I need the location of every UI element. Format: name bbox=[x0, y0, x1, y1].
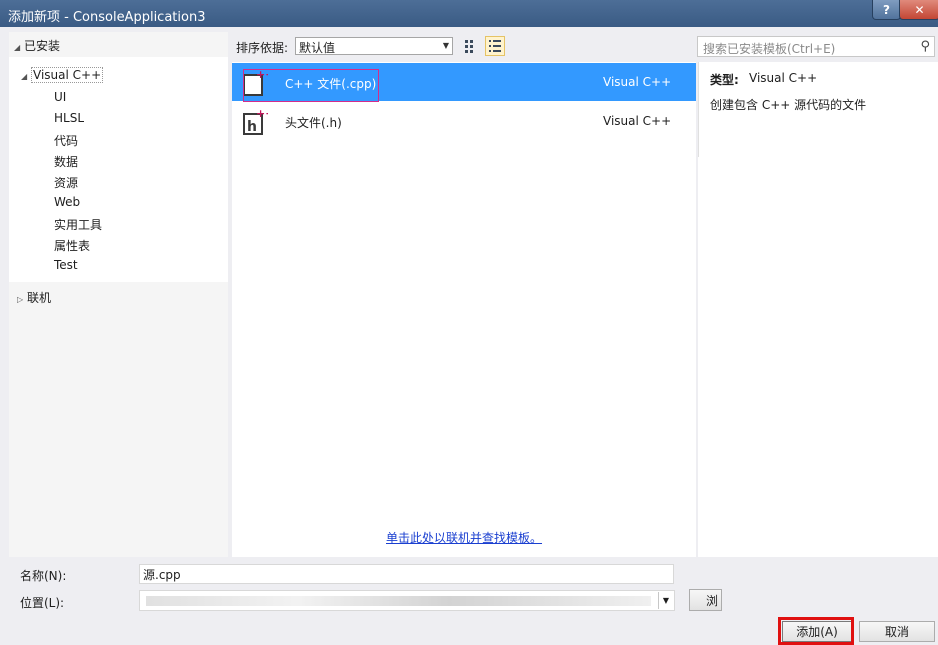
template-row-cpp[interactable]: ++ C++ 文件(.cpp) Visual C++ bbox=[232, 63, 696, 102]
small-icons-view-button[interactable] bbox=[462, 37, 480, 55]
search-icon: ⚲ bbox=[920, 39, 930, 54]
tree-item-property-sheets[interactable]: 属性表 bbox=[54, 237, 90, 254]
info-separator bbox=[698, 62, 699, 157]
tree-node-installed[interactable]: ◢ 已安装 bbox=[14, 37, 60, 54]
online-templates-link[interactable]: 单击此处以联机并查找模板。 bbox=[386, 529, 542, 546]
obscured-path bbox=[146, 596, 651, 606]
tree-node-installed-label: 已安装 bbox=[24, 39, 61, 53]
svg-text:h: h bbox=[247, 119, 257, 135]
collapse-triangle-icon: ◢ bbox=[14, 43, 21, 52]
template-row-header[interactable]: h ++ 头文件(.h) Visual C++ bbox=[232, 102, 696, 140]
focus-rectangle bbox=[243, 69, 379, 102]
location-combobox[interactable]: ▼ bbox=[139, 590, 675, 611]
title-bar: 添加新项 - ConsoleApplication3 bbox=[0, 0, 938, 27]
close-button[interactable]: ✕ bbox=[899, 0, 938, 20]
tree-expanded-area bbox=[9, 57, 228, 282]
template-info-panel bbox=[698, 62, 938, 557]
name-label: 名称(N): bbox=[20, 569, 67, 583]
window-title: 添加新项 - ConsoleApplication3 bbox=[8, 10, 206, 25]
svg-text:++: ++ bbox=[256, 108, 268, 120]
list-view-button[interactable] bbox=[485, 36, 505, 56]
cancel-button[interactable]: 取消 bbox=[859, 621, 935, 642]
template-type: Visual C++ bbox=[603, 75, 672, 89]
help-button[interactable]: ? bbox=[872, 0, 901, 20]
expand-triangle-icon: ▷ bbox=[17, 295, 24, 304]
tree-item-resource[interactable]: 资源 bbox=[54, 174, 78, 191]
tree-item-ui[interactable]: UI bbox=[54, 90, 66, 104]
header-file-icon: h ++ bbox=[243, 108, 268, 135]
info-description: 创建包含 C++ 源代码的文件 bbox=[710, 98, 867, 112]
tree-item-test[interactable]: Test bbox=[54, 258, 78, 272]
tree-item-web[interactable]: Web bbox=[54, 195, 80, 209]
grid-view-icon bbox=[465, 40, 473, 53]
tree-node-online-label: 联机 bbox=[27, 291, 52, 305]
tree-node-visual-cpp[interactable]: ◢ Visual C++ bbox=[21, 67, 104, 83]
expand-triangle-icon: ◢ bbox=[21, 72, 28, 81]
tree-node-online[interactable]: ▷ 联机 bbox=[17, 289, 51, 306]
sort-label: 排序依据: bbox=[236, 41, 289, 55]
tree-item-hlsl[interactable]: HLSL bbox=[54, 111, 84, 125]
tree-item-data[interactable]: 数据 bbox=[54, 153, 78, 170]
tree-node-visual-cpp-label: Visual C++ bbox=[31, 67, 104, 83]
location-label: 位置(L): bbox=[20, 596, 65, 610]
list-view-icon bbox=[489, 40, 501, 52]
search-input[interactable]: 搜索已安装模板(Ctrl+E) ⚲ bbox=[697, 36, 935, 57]
sort-select-value: 默认值 bbox=[299, 41, 336, 55]
info-type-label: 类型: bbox=[710, 73, 739, 87]
template-type: Visual C++ bbox=[603, 114, 672, 128]
info-type-value: Visual C++ bbox=[749, 71, 818, 85]
search-placeholder: 搜索已安装模板(Ctrl+E) bbox=[703, 42, 836, 56]
chevron-down-icon: ▼ bbox=[442, 41, 449, 50]
chevron-down-icon[interactable]: ▼ bbox=[658, 592, 673, 609]
tree-item-utility[interactable]: 实用工具 bbox=[54, 216, 102, 233]
template-name: 头文件(.h) bbox=[285, 116, 342, 130]
browse-button[interactable]: 浏 bbox=[689, 589, 722, 611]
name-input[interactable]: 源.cpp bbox=[139, 564, 674, 584]
sort-select[interactable]: 默认值 ▼ bbox=[295, 37, 453, 55]
annotation-highlight-box bbox=[778, 617, 854, 645]
tree-item-code[interactable]: 代码 bbox=[54, 132, 78, 149]
